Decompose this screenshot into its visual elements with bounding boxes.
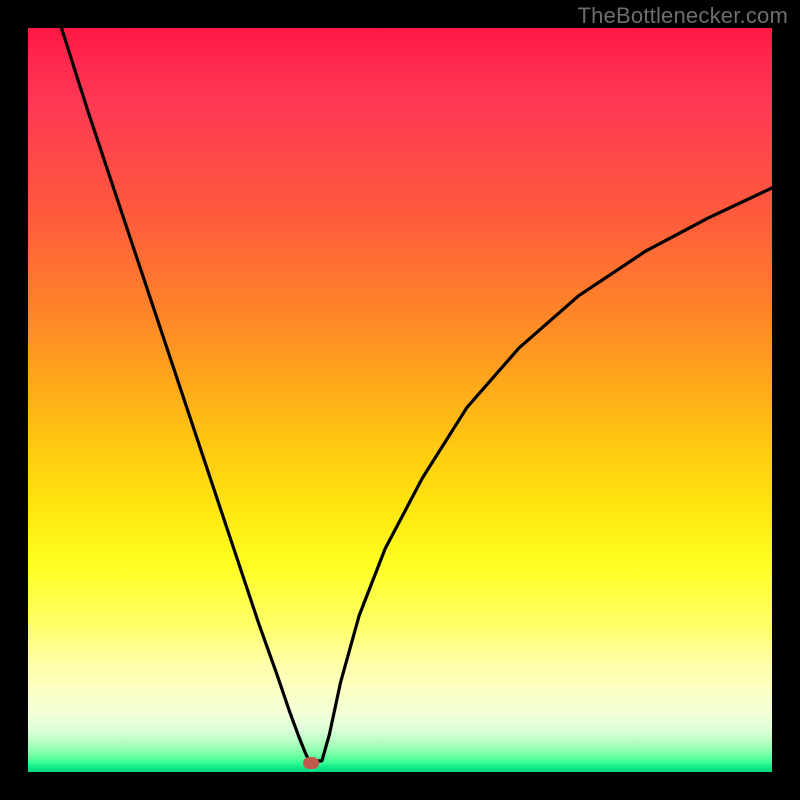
watermark-text: TheBottlenecker.com [578,3,788,29]
plot-area [28,28,772,772]
curve-svg [28,28,772,772]
bottleneck-curve [61,28,772,761]
optimal-point-marker [303,757,319,769]
chart-container: TheBottlenecker.com [0,0,800,800]
